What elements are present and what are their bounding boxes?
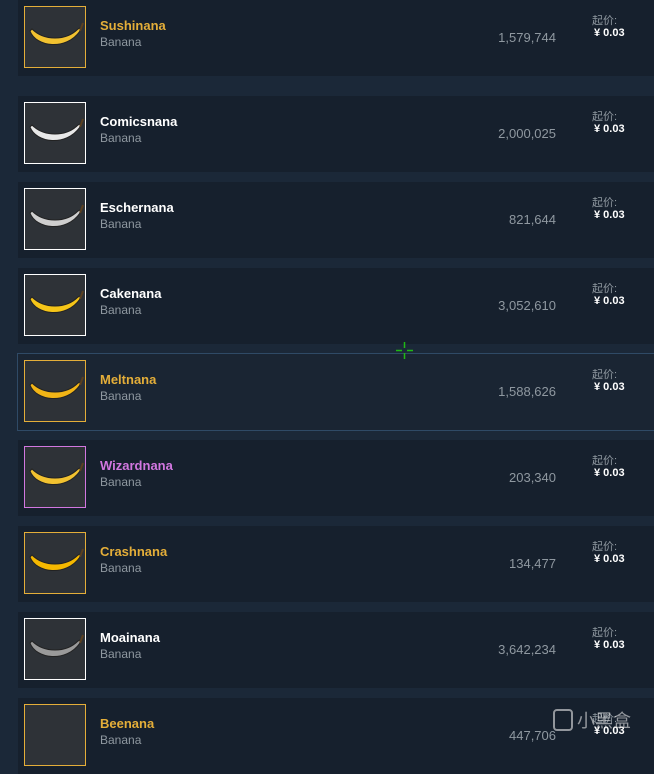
price-value: ¥ 0.03 bbox=[594, 27, 625, 39]
price-label: 起价: bbox=[592, 283, 618, 295]
price-label: 起价: bbox=[592, 455, 618, 467]
price-label: 起价: bbox=[592, 197, 618, 209]
watermark-text: 小黑盒 bbox=[577, 711, 631, 731]
item-name[interactable]: Crashnana bbox=[100, 544, 167, 559]
item-type: Banana bbox=[100, 131, 142, 145]
item-type: Banana bbox=[100, 733, 142, 747]
item-quantity: 1,579,744 bbox=[498, 30, 556, 45]
item-name[interactable]: Meltnana bbox=[100, 372, 156, 387]
escher-banana-icon bbox=[29, 204, 84, 227]
melted-banana-icon bbox=[29, 376, 84, 399]
item-type: Banana bbox=[100, 647, 142, 661]
item-quantity: 203,340 bbox=[509, 470, 556, 485]
comic-banana-icon bbox=[29, 118, 84, 141]
item-thumbnail[interactable] bbox=[24, 446, 86, 508]
crash-banana-icon bbox=[29, 548, 84, 571]
listing-row[interactable]: Wizardnana Banana 203,340 起价: ¥ 0.03 bbox=[18, 440, 654, 516]
item-quantity: 3,052,610 bbox=[498, 298, 556, 313]
item-thumbnail[interactable] bbox=[24, 102, 86, 164]
price-value: ¥ 0.03 bbox=[594, 123, 625, 135]
item-name[interactable]: Cakenana bbox=[100, 286, 161, 301]
item-name[interactable]: Sushinana bbox=[100, 18, 166, 33]
listing-row[interactable]: Eschernana Banana 821,644 起价: ¥ 0.03 bbox=[18, 182, 654, 258]
item-quantity: 2,000,025 bbox=[498, 126, 556, 141]
price-label: 起价: bbox=[592, 111, 618, 123]
item-name[interactable]: Beenana bbox=[100, 716, 154, 731]
price-value: ¥ 0.03 bbox=[594, 553, 625, 565]
price-label: 起价: bbox=[592, 369, 618, 381]
item-quantity: 447,706 bbox=[509, 728, 556, 743]
price-value: ¥ 0.03 bbox=[594, 467, 625, 479]
item-thumbnail[interactable] bbox=[24, 618, 86, 680]
item-thumbnail[interactable] bbox=[24, 532, 86, 594]
item-name[interactable]: Moainana bbox=[100, 630, 160, 645]
listing-row[interactable]: Sushinana Banana 1,579,744 起价: ¥ 0.03 bbox=[18, 0, 654, 76]
price-label: 起价: bbox=[592, 627, 618, 639]
item-type: Banana bbox=[100, 217, 142, 231]
heybox-logo-icon bbox=[553, 709, 573, 731]
listing-row[interactable]: Moainana Banana 3,642,234 起价: ¥ 0.03 bbox=[18, 612, 654, 688]
price-value: ¥ 0.03 bbox=[594, 639, 625, 651]
item-type: Banana bbox=[100, 475, 142, 489]
item-name[interactable]: Eschernana bbox=[100, 200, 174, 215]
item-quantity: 3,642,234 bbox=[498, 642, 556, 657]
item-quantity: 821,644 bbox=[509, 212, 556, 227]
listing-row[interactable]: Comicsnana Banana 2,000,025 起价: ¥ 0.03 bbox=[18, 96, 654, 172]
item-quantity: 134,477 bbox=[509, 556, 556, 571]
wizard-banana-icon bbox=[29, 462, 84, 485]
item-name[interactable]: Wizardnana bbox=[100, 458, 173, 473]
sushi-banana-icon bbox=[29, 22, 84, 45]
item-name[interactable]: Comicsnana bbox=[100, 114, 177, 129]
item-thumbnail[interactable] bbox=[24, 188, 86, 250]
item-type: Banana bbox=[100, 389, 142, 403]
item-thumbnail[interactable] bbox=[24, 360, 86, 422]
price-value: ¥ 0.03 bbox=[594, 295, 625, 307]
price-value: ¥ 0.03 bbox=[594, 381, 625, 393]
item-type: Banana bbox=[100, 303, 142, 317]
price-label: 起价: bbox=[592, 15, 618, 27]
listing-row[interactable]: Meltnana Banana 1,588,626 起价: ¥ 0.03 bbox=[17, 353, 654, 431]
item-quantity: 1,588,626 bbox=[498, 384, 556, 399]
item-thumbnail[interactable] bbox=[24, 6, 86, 68]
item-thumbnail[interactable] bbox=[24, 274, 86, 336]
crosshair-cursor-icon bbox=[396, 342, 413, 359]
item-type: Banana bbox=[100, 35, 142, 49]
listing-row[interactable]: Cakenana Banana 3,052,610 起价: ¥ 0.03 bbox=[18, 268, 654, 344]
item-type: Banana bbox=[100, 561, 142, 575]
listing-row[interactable]: Crashnana Banana 134,477 起价: ¥ 0.03 bbox=[18, 526, 654, 602]
moai-banana-icon bbox=[29, 634, 84, 657]
cake-banana-icon bbox=[29, 290, 84, 313]
item-thumbnail[interactable] bbox=[24, 704, 86, 766]
watermark: 小黑盒 bbox=[553, 707, 631, 733]
price-label: 起价: bbox=[592, 541, 618, 553]
price-value: ¥ 0.03 bbox=[594, 209, 625, 221]
